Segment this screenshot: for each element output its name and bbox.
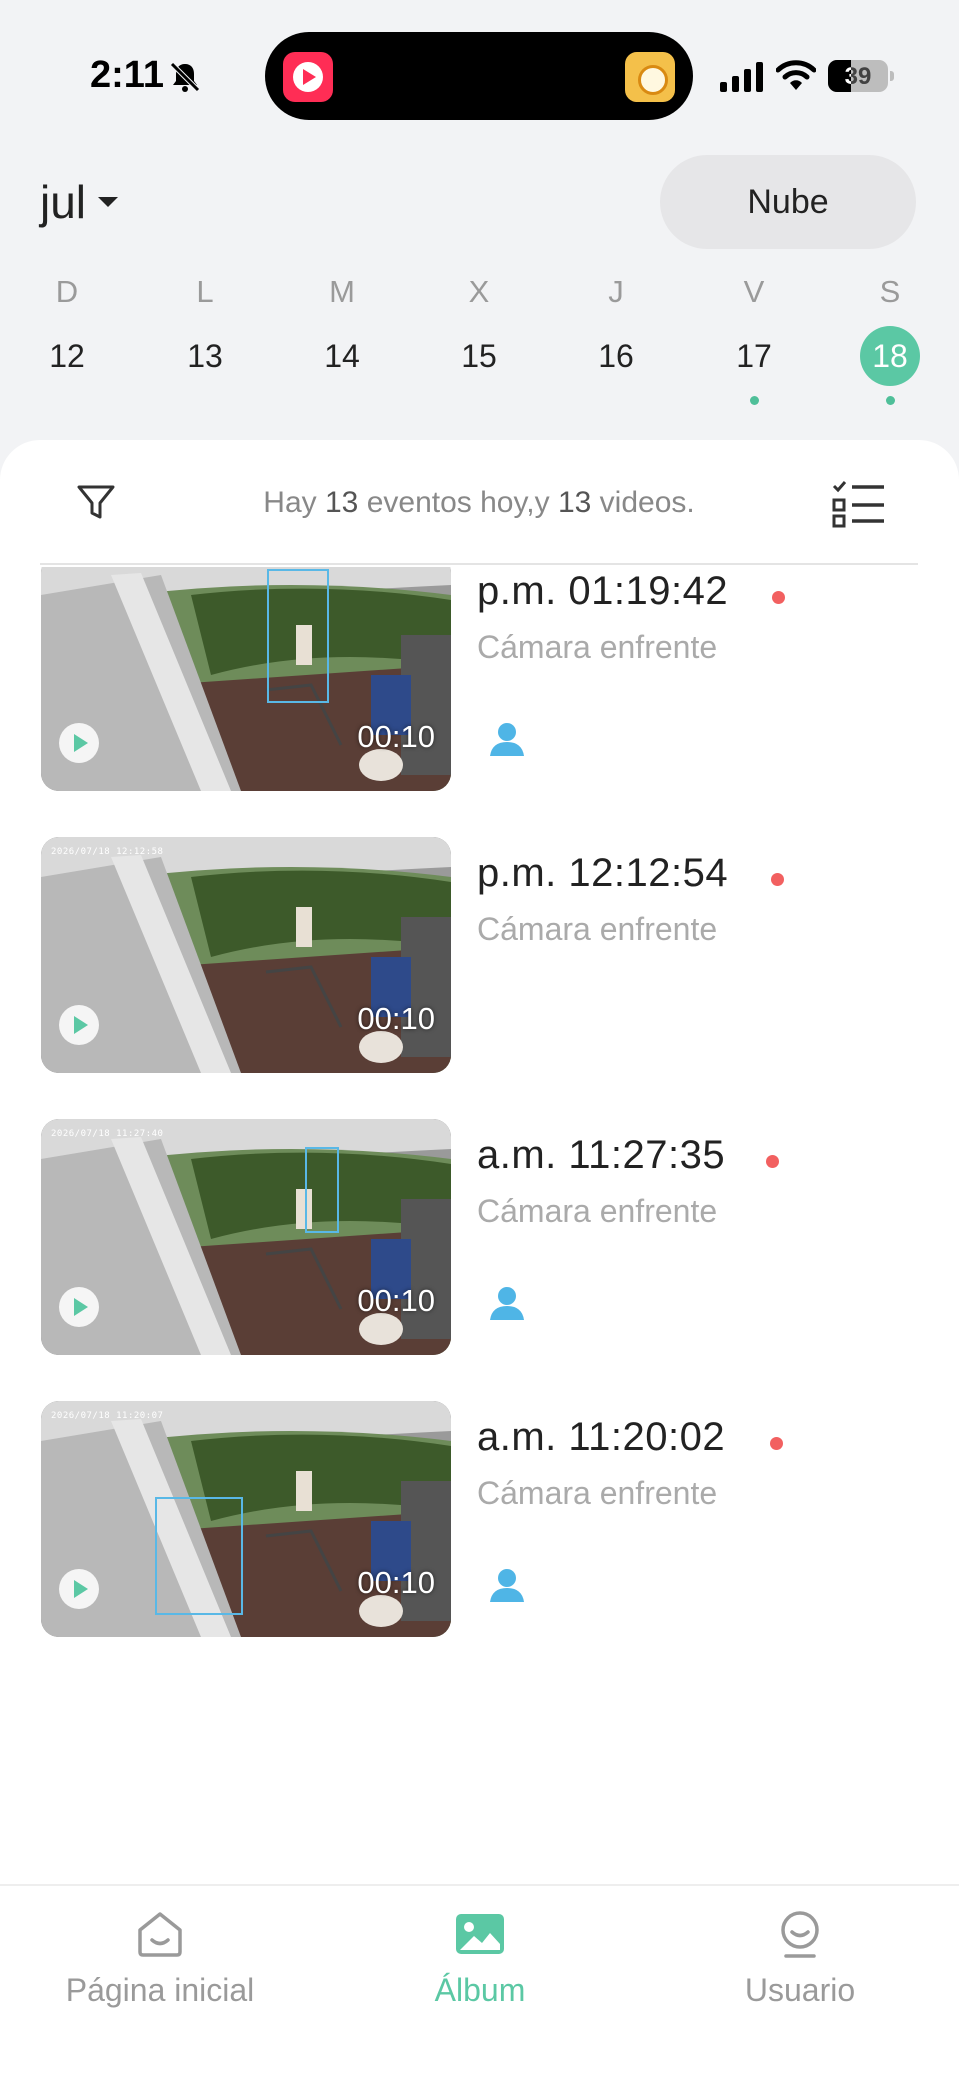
tab-home[interactable]: Página inicial xyxy=(0,1908,320,2009)
event-camera-name: Cámara enfrente xyxy=(477,629,718,665)
video-duration: 00:10 xyxy=(357,1001,435,1036)
album-icon xyxy=(456,1914,504,1954)
user-icon xyxy=(781,1911,819,1958)
unread-dot xyxy=(766,1155,779,1168)
camera-app-icon[interactable] xyxy=(625,52,675,102)
event-indicator-dot xyxy=(749,396,759,405)
cloud-button[interactable]: Nube xyxy=(660,155,916,249)
battery-icon: 39 xyxy=(828,60,894,92)
event-thumbnail[interactable]: 2026/07/18 11:27:40 00:10 xyxy=(41,1119,451,1355)
event-time: a.m. 11:20:02 xyxy=(477,1415,726,1459)
day-16[interactable]: J 16 xyxy=(576,270,656,405)
tab-home-label: Página inicial xyxy=(65,1972,255,2008)
day-number: 16 xyxy=(598,338,634,374)
signal-icon xyxy=(720,62,763,92)
day-number: 18 xyxy=(860,326,920,386)
status-time: 2:11 xyxy=(90,54,164,96)
home-icon xyxy=(138,1912,182,1957)
events-count: 13 xyxy=(324,486,359,519)
day-number: 15 xyxy=(461,338,497,374)
video-duration: 00:10 xyxy=(357,719,435,754)
video-duration: 00:10 xyxy=(357,1565,435,1600)
day-17[interactable]: V 17 xyxy=(714,270,794,405)
unread-dot xyxy=(771,873,784,886)
videos-count: 13 xyxy=(557,486,592,519)
play-icon[interactable] xyxy=(59,723,99,763)
status-bar: 2:11 39 xyxy=(0,0,959,150)
tab-user-label: Usuario xyxy=(744,1972,856,2008)
battery-percent: 39 xyxy=(844,63,872,90)
play-icon[interactable] xyxy=(59,1569,99,1609)
day-18[interactable]: S 18 xyxy=(850,270,930,405)
play-icon[interactable] xyxy=(59,1005,99,1045)
event-list[interactable]: 00:10 p.m. 01:19:42 Cámara enfrente 2026/07… xyxy=(0,567,959,1657)
summary-suffix: videos. xyxy=(599,486,695,519)
person-detected-icon xyxy=(490,723,524,756)
camera-snapshot xyxy=(41,1401,451,1637)
timestamp-overlay: 2026/07/18 11:20:07 xyxy=(51,1411,164,1421)
person-detected-icon xyxy=(490,1287,524,1320)
event-camera-name: Cámara enfrente xyxy=(477,1193,718,1229)
event-thumbnail[interactable]: 2026/07/18 12:12:58 00:10 xyxy=(41,837,451,1073)
event-row[interactable]: 00:10 p.m. 01:19:42 Cámara enfrente xyxy=(0,567,959,795)
summary-prefix: Hay xyxy=(263,486,317,519)
event-summary: Hay 13 eventos hoy,y 13 videos. xyxy=(40,486,918,520)
person-detection-box xyxy=(305,1147,339,1233)
tab-album-label: Álbum xyxy=(434,1972,526,2008)
wifi-icon xyxy=(776,60,816,90)
month-label: jul xyxy=(40,176,87,228)
video-duration: 00:10 xyxy=(357,1283,435,1318)
dynamic-island xyxy=(265,32,693,120)
event-row[interactable]: 2026/07/18 12:12:58 00:10 p.m. 12:12:54 Cám… xyxy=(0,837,959,1077)
event-time: p.m. 12:12:54 xyxy=(477,851,729,895)
event-row[interactable]: 2026/07/18 11:20:07 00:10 a.m. 11:20:02 Cám… xyxy=(0,1401,959,1641)
day-letter: D xyxy=(55,274,79,309)
unread-dot xyxy=(772,591,785,604)
person-detection-box xyxy=(155,1497,243,1615)
event-time: a.m. 11:27:35 xyxy=(477,1133,726,1177)
event-camera-name: Cámara enfrente xyxy=(477,1475,718,1511)
person-detection-box xyxy=(267,569,329,703)
event-thumbnail[interactable]: 00:10 xyxy=(41,567,451,791)
month-dropdown[interactable]: jul xyxy=(40,175,119,229)
tab-user[interactable]: Usuario xyxy=(640,1908,959,2009)
unread-dot xyxy=(770,1437,783,1450)
tab-album[interactable]: Álbum xyxy=(320,1908,640,2009)
tab-bar: Página inicial Álbum Usuario xyxy=(0,1884,959,2085)
event-camera-name: Cámara enfrente xyxy=(477,911,718,947)
timestamp-overlay: 2026/07/18 11:27:40 xyxy=(51,1129,164,1139)
day-13[interactable]: L 13 xyxy=(165,270,245,405)
day-letter: X xyxy=(468,274,490,309)
day-number: 12 xyxy=(49,338,85,374)
camera-snapshot xyxy=(41,837,451,1073)
week-strip: D 12 L 13 M 14 X 15 J 16 V 17 S 18 xyxy=(0,270,959,420)
day-12[interactable]: D 12 xyxy=(27,270,107,405)
day-number: 14 xyxy=(324,338,360,374)
event-time: p.m. 01:19:42 xyxy=(477,569,729,613)
event-sheet: Hay 13 eventos hoy,y 13 videos. 00:10 p.m… xyxy=(0,440,959,2085)
day-letter: V xyxy=(743,274,765,309)
play-icon[interactable] xyxy=(59,1287,99,1327)
day-number: 17 xyxy=(736,338,772,374)
summary-middle: eventos hoy,y xyxy=(366,486,550,519)
day-15[interactable]: X 15 xyxy=(439,270,519,405)
day-letter: L xyxy=(196,274,214,309)
bell-muted-icon xyxy=(170,62,200,92)
event-thumbnail[interactable]: 2026/07/18 11:20:07 00:10 xyxy=(41,1401,451,1637)
day-14[interactable]: M 14 xyxy=(302,270,382,405)
day-letter: J xyxy=(608,274,624,309)
day-number: 13 xyxy=(187,338,223,374)
select-list-icon[interactable] xyxy=(832,480,886,528)
timestamp-overlay: 2026/07/18 12:12:58 xyxy=(51,847,164,857)
caret-down-icon xyxy=(98,197,119,207)
event-indicator-dot xyxy=(885,396,895,405)
day-letter: M xyxy=(329,274,355,309)
camera-snapshot xyxy=(41,1119,451,1355)
person-detected-icon xyxy=(490,1569,524,1602)
camera-snapshot xyxy=(41,567,451,791)
filter-bar: Hay 13 eventos hoy,y 13 videos. xyxy=(40,440,918,565)
day-letter: S xyxy=(879,274,901,309)
event-row[interactable]: 2026/07/18 11:27:40 00:10 a.m. 11:27:35 Cám… xyxy=(0,1119,959,1359)
video-app-icon[interactable] xyxy=(283,52,333,102)
